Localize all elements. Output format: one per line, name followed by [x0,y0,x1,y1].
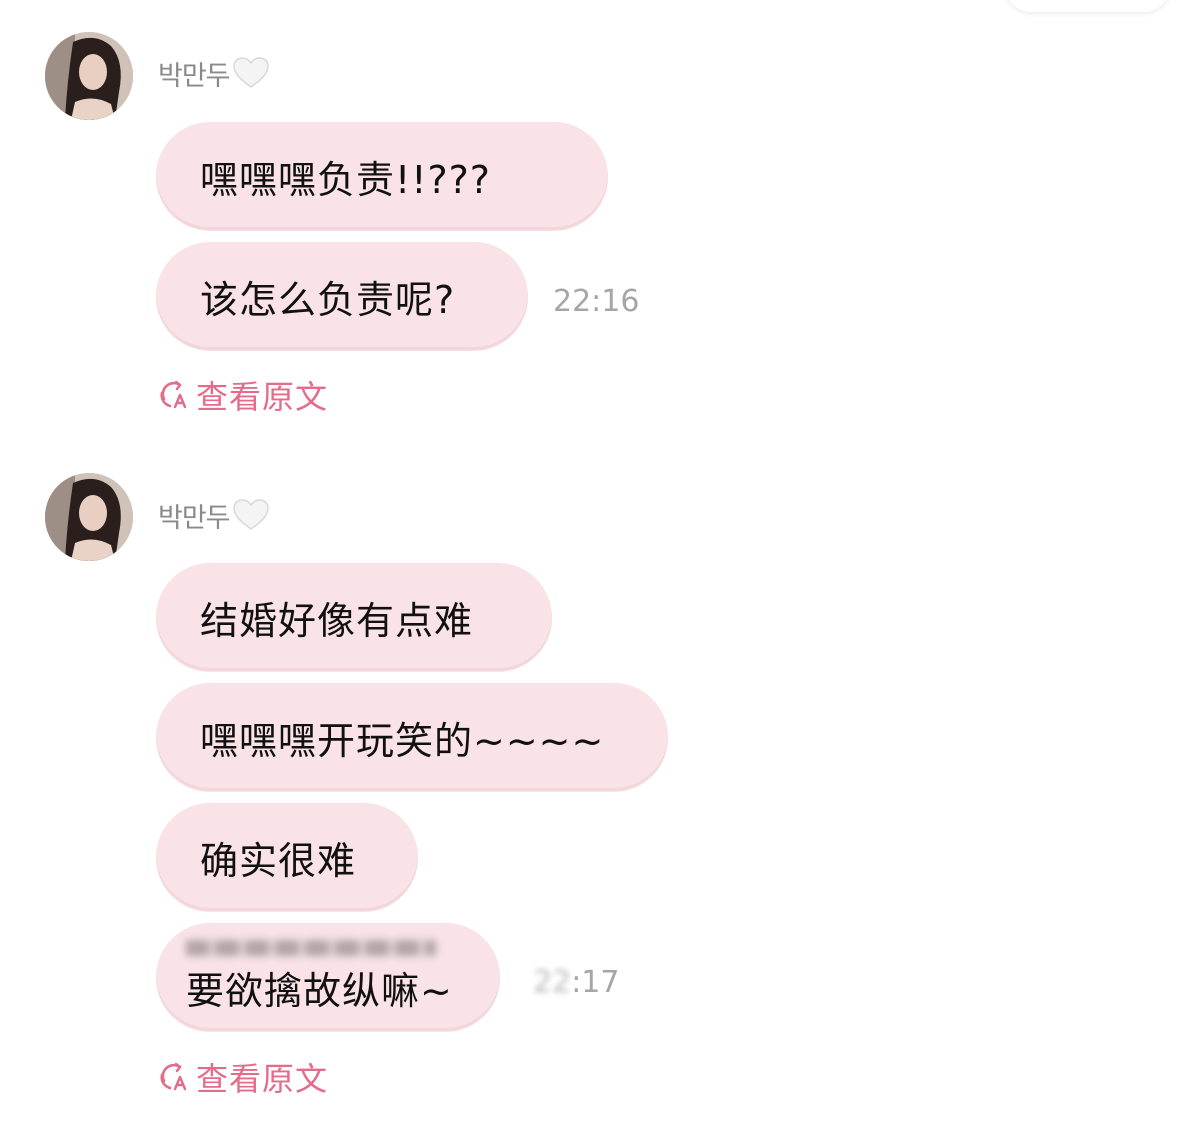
sender-row: 박만두 [158,55,270,92]
view-original-link[interactable]: 查看原文 [158,1055,328,1099]
view-original-label: 查看原文 [196,1060,329,1098]
message-timestamp: 22:17 [533,965,620,1000]
translate-icon [160,1062,187,1091]
avatar[interactable] [45,32,133,120]
message-text: 要欲擒故纵嘛~ [186,968,453,1013]
white-heart-icon [232,57,269,88]
message-text: 嘿嘿嘿负责!!??? [200,157,491,202]
view-original-label: 查看原文 [196,378,329,416]
message-bubble[interactable]: 要欲擒故纵嘛~ [156,923,500,1031]
message-text: 嘿嘿嘿开玩笑的~~~~ [200,718,605,763]
message-text: 确实很难 [200,838,357,883]
sender-name: 박만두 [158,60,231,92]
profile-photo-icon [45,473,133,561]
blurred-overlay-text [186,939,436,956]
white-heart-icon [232,499,269,530]
message-bubble[interactable]: 嘿嘿嘿开玩笑的~~~~ [156,683,668,791]
view-original-link[interactable]: 查看原文 [158,373,328,417]
top-floating-pill [1005,0,1170,12]
message-bubble[interactable]: 结婚好像有点难 [156,563,552,671]
message-bubble[interactable]: 嘿嘿嘿负责!!??? [156,122,608,230]
translate-icon [160,380,187,409]
avatar[interactable] [45,473,133,561]
sender-row: 박만두 [158,497,270,534]
message-bubble[interactable]: 该怎么负责呢? [156,242,528,350]
profile-photo-icon [45,32,133,120]
message-bubble[interactable]: 确实很难 [156,803,418,911]
message-text: 结婚好像有点难 [200,598,474,643]
message-text: 该怎么负责呢? [200,277,456,322]
sender-name: 박만두 [158,502,231,534]
message-timestamp: 22:16 [553,284,640,319]
